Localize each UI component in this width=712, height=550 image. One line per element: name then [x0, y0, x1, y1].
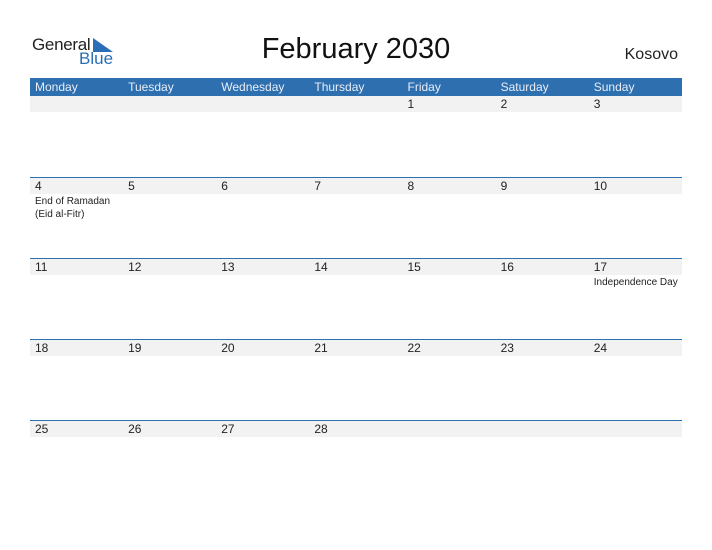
- weekday-sunday: Sunday: [593, 80, 635, 94]
- holiday-label: [309, 437, 402, 438]
- day-number: 25: [35, 422, 49, 436]
- weekday-friday: Friday: [407, 80, 441, 94]
- day-number-strip: 25 26 27 28: [30, 421, 682, 437]
- day-number: [403, 421, 496, 437]
- weekday-wednesday: Wednesday: [221, 80, 285, 94]
- holiday-label: [216, 275, 309, 289]
- holiday-label: [30, 437, 123, 438]
- holiday-label: [403, 275, 496, 289]
- event-row: [30, 112, 682, 113]
- calendar-grid: Monday Tuesday Wednesday Thursday Friday…: [30, 78, 682, 501]
- day-number: 1: [407, 97, 415, 111]
- day-number: 12: [128, 260, 142, 274]
- holiday-label: [589, 356, 682, 357]
- holiday-label: [589, 437, 682, 438]
- week-row: 18 19 20 21 22 23 24: [30, 339, 682, 420]
- day-number: 2: [500, 97, 508, 111]
- holiday-label: End of Ramadan (Eid al-Fitr): [35, 196, 111, 220]
- day-number: 6: [221, 179, 228, 193]
- weekday-thursday: Thursday: [314, 80, 365, 94]
- holiday-label: [123, 275, 216, 289]
- day-number: 24: [593, 341, 608, 355]
- holiday-label: [216, 194, 309, 221]
- day-number: 7: [314, 179, 322, 193]
- holiday-label: Independence Day: [593, 277, 678, 288]
- holiday-label: [496, 275, 589, 289]
- holiday-label: [589, 112, 682, 113]
- country-label: Kosovo: [624, 46, 678, 63]
- day-number: 11: [35, 260, 48, 274]
- day-number: 27: [221, 422, 235, 436]
- holiday-label: [496, 194, 589, 221]
- holiday-label: [309, 112, 402, 113]
- week-row: 4 5 6 7 8 9 10 End of Ramadan (Eid al-Fitr): [30, 177, 682, 258]
- holiday-label: [309, 275, 402, 289]
- week-row: 1 2 3: [30, 96, 682, 177]
- day-number: 3: [593, 97, 601, 111]
- day-number: 23: [500, 341, 514, 355]
- day-number: 13: [221, 260, 235, 274]
- holiday-label: [123, 194, 216, 221]
- day-number: 22: [407, 341, 421, 355]
- day-number: 8: [407, 179, 415, 193]
- weekday-saturday: Saturday: [500, 80, 549, 94]
- event-row: End of Ramadan (Eid al-Fitr): [30, 194, 682, 221]
- holiday-label: [496, 112, 589, 113]
- holiday-label: [216, 356, 309, 357]
- day-number: [309, 96, 402, 112]
- day-number: 21: [314, 341, 328, 355]
- week-row: 11 12 13 14 15 16 17 Independence Day: [30, 258, 682, 339]
- day-number-strip: 11 12 13 14 15 16 17: [30, 259, 682, 275]
- day-number: 26: [128, 422, 142, 436]
- holiday-label: [496, 437, 589, 438]
- page-title: February 2030: [261, 33, 451, 65]
- day-number: 10: [593, 179, 608, 193]
- day-number-strip: 4 5 6 7 8 9 10: [30, 178, 682, 194]
- holiday-label: [496, 356, 589, 357]
- day-number: [123, 96, 216, 112]
- holiday-label: [30, 112, 123, 113]
- holiday-label: [123, 437, 216, 438]
- day-number: 15: [407, 260, 421, 274]
- holiday-label: [216, 437, 309, 438]
- holiday-label: [216, 112, 309, 113]
- day-number: 4: [35, 179, 42, 193]
- event-row: Independence Day: [30, 275, 682, 289]
- day-number-strip: 18 19 20 21 22 23 24: [30, 340, 682, 356]
- holiday-label: [123, 112, 216, 113]
- day-number: 16: [500, 260, 514, 274]
- weekday-header: Monday Tuesday Wednesday Thursday Friday…: [30, 78, 682, 96]
- holiday-label: [589, 194, 682, 221]
- day-number: 18: [35, 341, 49, 355]
- event-row: [30, 437, 682, 438]
- day-number: [496, 421, 589, 437]
- day-number-strip: 1 2 3: [30, 96, 682, 112]
- holiday-label: [403, 356, 496, 357]
- day-number: 20: [221, 341, 235, 355]
- holiday-label: [403, 194, 496, 221]
- holiday-label: [309, 194, 402, 221]
- day-number: 19: [128, 341, 142, 355]
- day-number: [589, 421, 682, 437]
- day-number: 17: [593, 260, 608, 274]
- day-number: [216, 96, 309, 112]
- weekday-tuesday: Tuesday: [128, 80, 174, 94]
- holiday-label: [403, 112, 496, 113]
- weekday-monday: Monday: [35, 80, 78, 94]
- day-number: 9: [500, 179, 508, 193]
- holiday-label: [123, 356, 216, 357]
- day-number: 14: [314, 260, 328, 274]
- holiday-label: [309, 356, 402, 357]
- day-number: 5: [128, 179, 135, 193]
- holiday-label: [30, 356, 123, 357]
- day-number: [30, 96, 123, 112]
- event-row: [30, 356, 682, 357]
- week-row: 25 26 27 28: [30, 420, 682, 501]
- holiday-label: [403, 437, 496, 438]
- holiday-label: [30, 275, 123, 289]
- day-number: 28: [314, 422, 328, 436]
